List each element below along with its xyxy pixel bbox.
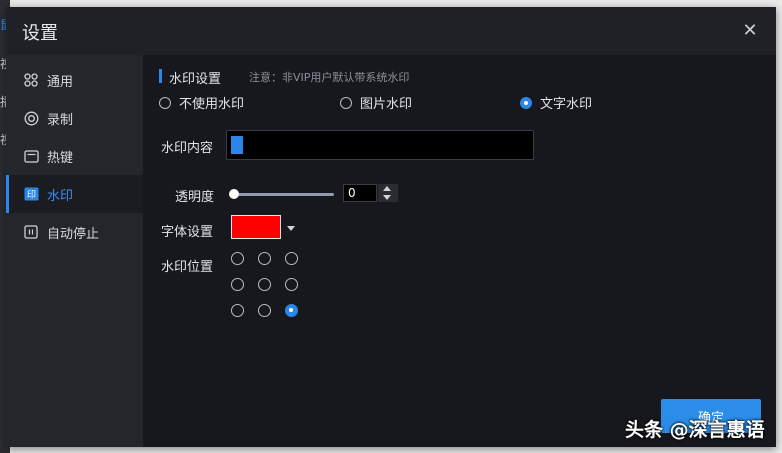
radio-label: 图片水印 xyxy=(360,97,413,112)
watermark-icon: 印 xyxy=(23,186,39,202)
close-icon[interactable]: ✕ xyxy=(740,21,760,41)
sidebar-item-general[interactable]: 通用 xyxy=(6,61,143,99)
watermark-settings-panel: 水印设置 注意：非VIP用户默认带系统水印 不使用水印 图片水印 文字水印 水印… xyxy=(143,55,776,447)
position-radio[interactable] xyxy=(258,278,271,291)
sidebar-item-label: 水印 xyxy=(47,188,74,204)
spinner-down-icon[interactable] xyxy=(383,195,391,200)
radio-label: 不使用水印 xyxy=(179,97,245,112)
opacity-slider-track[interactable] xyxy=(234,193,334,196)
sidebar-item-label: 热键 xyxy=(47,150,74,166)
opacity-label: 透明度 xyxy=(175,190,215,205)
radio-button[interactable] xyxy=(520,96,532,109)
sidebar-item-label: 录制 xyxy=(47,112,74,128)
radio-text-watermark[interactable]: 文字水印 xyxy=(520,93,592,112)
keyboard-icon xyxy=(23,148,39,164)
sidebar-item-watermark[interactable]: 印 水印 xyxy=(6,175,143,213)
radio-label: 文字水印 xyxy=(540,97,593,112)
chevron-down-icon[interactable] xyxy=(287,226,295,231)
overlay-watermark-text: 头条 @深言惠语 xyxy=(625,419,765,441)
content-label: 水印内容 xyxy=(161,141,214,156)
record-icon xyxy=(23,110,39,126)
sidebar-item-hotkeys[interactable]: 热键 xyxy=(6,137,143,175)
spinner-up-icon[interactable] xyxy=(383,186,391,191)
position-radio[interactable] xyxy=(231,252,244,265)
vip-note: 注意：非VIP用户默认带系统水印 xyxy=(249,71,410,84)
settings-dialog: 设置 ✕ 通用 录制 热键 印 水印 自动停止 水印设置 注意：非VIP用户默认… xyxy=(6,7,776,447)
position-radio[interactable] xyxy=(231,304,244,317)
dialog-titlebar: 设置 ✕ xyxy=(6,7,776,55)
opacity-slider-handle[interactable] xyxy=(229,189,239,199)
position-radio[interactable] xyxy=(258,252,271,265)
section-accent-bar xyxy=(159,69,162,83)
dialog-title: 设置 xyxy=(22,23,58,44)
text-caret xyxy=(231,136,243,154)
radio-button[interactable] xyxy=(159,96,171,109)
pause-icon xyxy=(23,224,39,240)
font-color-swatch[interactable] xyxy=(231,215,281,239)
position-radio[interactable] xyxy=(285,278,298,291)
opacity-spinner xyxy=(378,184,398,202)
svg-text:印: 印 xyxy=(26,189,35,201)
grid-icon xyxy=(23,72,39,88)
sidebar-item-label: 自动停止 xyxy=(47,226,100,242)
opacity-value-input[interactable]: 0 xyxy=(343,184,377,202)
position-radio[interactable] xyxy=(258,304,271,317)
radio-button[interactable] xyxy=(340,96,352,109)
radio-image-watermark[interactable]: 图片水印 xyxy=(340,93,412,112)
sidebar-item-auto-stop[interactable]: 自动停止 xyxy=(6,213,143,251)
settings-sidebar: 通用 录制 热键 印 水印 自动停止 xyxy=(6,55,143,447)
sidebar-item-label: 通用 xyxy=(47,74,74,90)
position-radio[interactable] xyxy=(231,278,244,291)
radio-no-watermark[interactable]: 不使用水印 xyxy=(159,93,244,112)
position-radio[interactable] xyxy=(285,252,298,265)
watermark-content-input[interactable] xyxy=(226,130,534,160)
section-title: 水印设置 xyxy=(169,72,222,87)
position-label: 水印位置 xyxy=(161,260,214,275)
sidebar-item-record[interactable]: 录制 xyxy=(6,99,143,137)
position-radio[interactable] xyxy=(285,304,298,317)
font-label: 字体设置 xyxy=(161,225,214,240)
